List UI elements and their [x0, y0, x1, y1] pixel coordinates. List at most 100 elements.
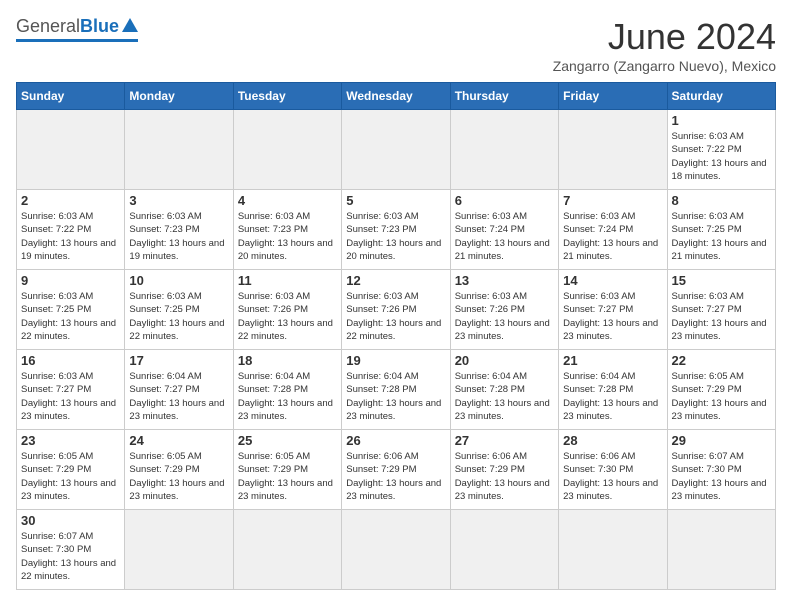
calendar-cell: [342, 110, 450, 190]
day-info: Sunrise: 6:05 AM Sunset: 7:29 PM Dayligh…: [672, 370, 771, 423]
calendar-cell: [559, 110, 667, 190]
calendar-cell: 12Sunrise: 6:03 AM Sunset: 7:26 PM Dayli…: [342, 270, 450, 350]
title-area: June 2024 Zangarro (Zangarro Nuevo), Mex…: [553, 16, 776, 74]
day-number: 7: [563, 193, 662, 208]
day-info: Sunrise: 6:05 AM Sunset: 7:29 PM Dayligh…: [129, 450, 228, 503]
day-number: 15: [672, 273, 771, 288]
calendar-cell: 2Sunrise: 6:03 AM Sunset: 7:22 PM Daylig…: [17, 190, 125, 270]
day-number: 17: [129, 353, 228, 368]
day-info: Sunrise: 6:03 AM Sunset: 7:27 PM Dayligh…: [21, 370, 120, 423]
day-number: 14: [563, 273, 662, 288]
days-header-row: SundayMondayTuesdayWednesdayThursdayFrid…: [17, 83, 776, 110]
calendar-week-3: 9 Sunrise: 6:03 AM Sunset: 7:25 PM Daylig…: [17, 270, 776, 350]
day-number: 8: [672, 193, 771, 208]
calendar-cell: 30 Sunrise: 6:07 AM Sunset: 7:30 PM Dayli…: [17, 510, 125, 590]
calendar-cell: 4Sunrise: 6:03 AM Sunset: 7:23 PM Daylig…: [233, 190, 341, 270]
day-info: Sunrise: 6:03 AM Sunset: 7:26 PM Dayligh…: [238, 290, 337, 343]
day-info: Sunrise: 6:06 AM Sunset: 7:30 PM Dayligh…: [563, 450, 662, 503]
calendar-cell: 3Sunrise: 6:03 AM Sunset: 7:23 PM Daylig…: [125, 190, 233, 270]
calendar-cell: 1Sunrise: 6:03 AM Sunset: 7:22 PM Daylig…: [667, 110, 775, 190]
calendar-cell: 20Sunrise: 6:04 AM Sunset: 7:28 PM Dayli…: [450, 350, 558, 430]
day-number: 16: [21, 353, 120, 368]
logo-blue-text: Blue: [80, 16, 119, 37]
day-number: 9: [21, 273, 120, 288]
calendar-cell: 26Sunrise: 6:06 AM Sunset: 7:29 PM Dayli…: [342, 430, 450, 510]
day-number: 11: [238, 273, 337, 288]
day-number: 6: [455, 193, 554, 208]
header-day-monday: Monday: [125, 83, 233, 110]
header-day-thursday: Thursday: [450, 83, 558, 110]
calendar-week-6: 30 Sunrise: 6:07 AM Sunset: 7:30 PM Dayli…: [17, 510, 776, 590]
day-info: Sunrise: 6:03 AM Sunset: 7:27 PM Dayligh…: [563, 290, 662, 343]
calendar-cell: 24 Sunrise: 6:05 AM Sunset: 7:29 PM Dayli…: [125, 430, 233, 510]
day-number: 21: [563, 353, 662, 368]
logo-underline: [16, 39, 138, 42]
day-number: 24: [129, 433, 228, 448]
calendar-cell: 23Sunrise: 6:05 AM Sunset: 7:29 PM Dayli…: [17, 430, 125, 510]
calendar-cell: [125, 510, 233, 590]
header-day-saturday: Saturday: [667, 83, 775, 110]
day-info: Sunrise: 6:03 AM Sunset: 7:25 PM Dayligh…: [672, 210, 771, 263]
calendar-cell: 16 Sunrise: 6:03 AM Sunset: 7:27 PM Dayli…: [17, 350, 125, 430]
day-number: 19: [346, 353, 445, 368]
day-info: Sunrise: 6:05 AM Sunset: 7:29 PM Dayligh…: [238, 450, 337, 503]
day-number: 1: [672, 113, 771, 128]
day-info: Sunrise: 6:04 AM Sunset: 7:28 PM Dayligh…: [563, 370, 662, 423]
calendar-cell: [559, 510, 667, 590]
header-day-sunday: Sunday: [17, 83, 125, 110]
day-info: Sunrise: 6:03 AM Sunset: 7:25 PM Dayligh…: [129, 290, 228, 343]
calendar-cell: [125, 110, 233, 190]
calendar-cell: 9Sunrise: 6:03 AM Sunset: 7:25 PM Daylig…: [17, 270, 125, 350]
calendar-cell: [450, 510, 558, 590]
calendar-cell: 17 Sunrise: 6:04 AM Sunset: 7:27 PM Dayli…: [125, 350, 233, 430]
calendar-cell: 28 Sunrise: 6:06 AM Sunset: 7:30 PM Dayli…: [559, 430, 667, 510]
calendar-cell: 7 Sunrise: 6:03 AM Sunset: 7:24 PM Daylig…: [559, 190, 667, 270]
day-info: Sunrise: 6:03 AM Sunset: 7:23 PM Dayligh…: [346, 210, 445, 263]
calendar-week-5: 23Sunrise: 6:05 AM Sunset: 7:29 PM Dayli…: [17, 430, 776, 510]
calendar-cell: [233, 510, 341, 590]
header-day-friday: Friday: [559, 83, 667, 110]
day-info: Sunrise: 6:06 AM Sunset: 7:29 PM Dayligh…: [455, 450, 554, 503]
day-info: Sunrise: 6:03 AM Sunset: 7:24 PM Dayligh…: [563, 210, 662, 263]
day-number: 20: [455, 353, 554, 368]
calendar-cell: 11 Sunrise: 6:03 AM Sunset: 7:26 PM Dayli…: [233, 270, 341, 350]
day-number: 28: [563, 433, 662, 448]
day-number: 25: [238, 433, 337, 448]
calendar-title: June 2024: [553, 16, 776, 58]
calendar-cell: [667, 510, 775, 590]
calendar-cell: 22 Sunrise: 6:05 AM Sunset: 7:29 PM Dayli…: [667, 350, 775, 430]
day-info: Sunrise: 6:07 AM Sunset: 7:30 PM Dayligh…: [21, 530, 120, 583]
day-number: 22: [672, 353, 771, 368]
day-number: 18: [238, 353, 337, 368]
calendar-cell: [342, 510, 450, 590]
day-info: Sunrise: 6:03 AM Sunset: 7:23 PM Dayligh…: [129, 210, 228, 263]
day-info: Sunrise: 6:06 AM Sunset: 7:29 PM Dayligh…: [346, 450, 445, 503]
calendar-cell: 10 Sunrise: 6:03 AM Sunset: 7:25 PM Dayli…: [125, 270, 233, 350]
day-number: 29: [672, 433, 771, 448]
calendar-cell: 21 Sunrise: 6:04 AM Sunset: 7:28 PM Dayli…: [559, 350, 667, 430]
day-info: Sunrise: 6:04 AM Sunset: 7:28 PM Dayligh…: [238, 370, 337, 423]
header-day-tuesday: Tuesday: [233, 83, 341, 110]
day-number: 13: [455, 273, 554, 288]
calendar-week-4: 16 Sunrise: 6:03 AM Sunset: 7:27 PM Dayli…: [17, 350, 776, 430]
day-info: Sunrise: 6:04 AM Sunset: 7:28 PM Dayligh…: [346, 370, 445, 423]
day-number: 27: [455, 433, 554, 448]
calendar-cell: 6 Sunrise: 6:03 AM Sunset: 7:24 PM Daylig…: [450, 190, 558, 270]
day-info: Sunrise: 6:03 AM Sunset: 7:27 PM Dayligh…: [672, 290, 771, 343]
day-number: 2: [21, 193, 120, 208]
day-number: 5: [346, 193, 445, 208]
day-info: Sunrise: 6:03 AM Sunset: 7:24 PM Dayligh…: [455, 210, 554, 263]
header: General Blue June 2024 Zangarro (Zangarr…: [16, 16, 776, 74]
day-number: 12: [346, 273, 445, 288]
day-info: Sunrise: 6:05 AM Sunset: 7:29 PM Dayligh…: [21, 450, 120, 503]
header-day-wednesday: Wednesday: [342, 83, 450, 110]
day-number: 10: [129, 273, 228, 288]
day-number: 30: [21, 513, 120, 528]
day-info: Sunrise: 6:07 AM Sunset: 7:30 PM Dayligh…: [672, 450, 771, 503]
day-info: Sunrise: 6:04 AM Sunset: 7:27 PM Dayligh…: [129, 370, 228, 423]
calendar-cell: 25 Sunrise: 6:05 AM Sunset: 7:29 PM Dayli…: [233, 430, 341, 510]
calendar-cell: 8 Sunrise: 6:03 AM Sunset: 7:25 PM Daylig…: [667, 190, 775, 270]
calendar-subtitle: Zangarro (Zangarro Nuevo), Mexico: [553, 58, 776, 74]
calendar-cell: [17, 110, 125, 190]
logo-triangle-icon: [122, 18, 138, 32]
